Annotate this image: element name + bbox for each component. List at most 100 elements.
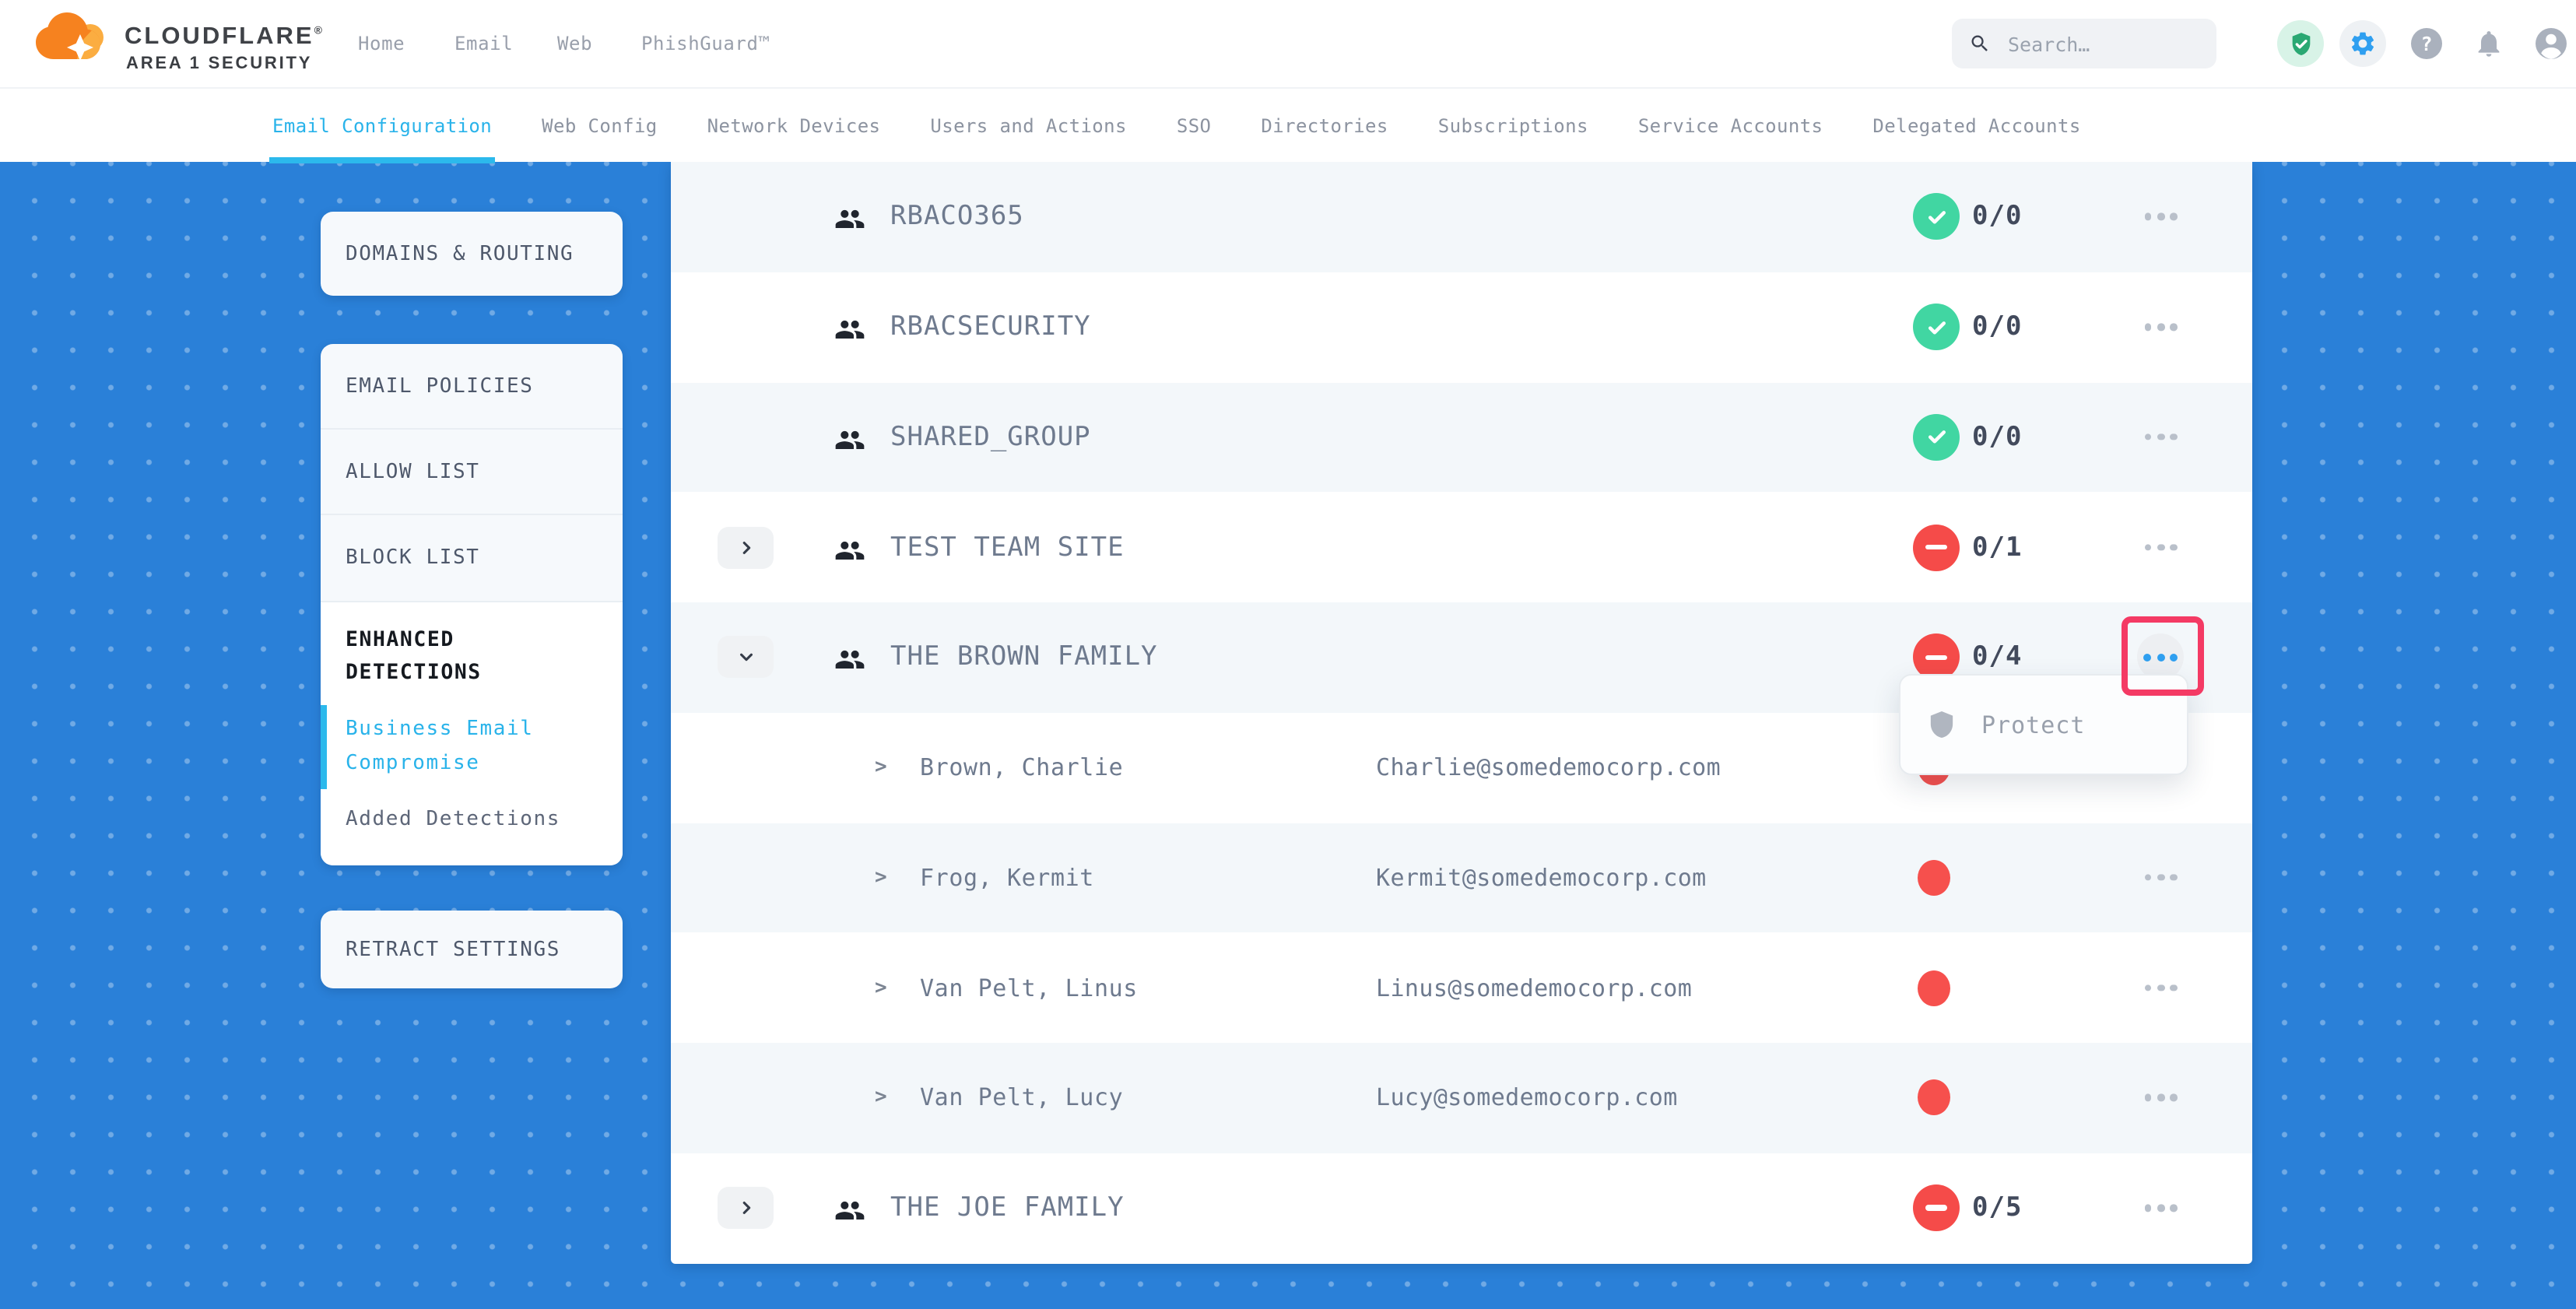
row-actions-menu-button[interactable] xyxy=(2142,1094,2180,1101)
status-unprotected-dot xyxy=(1918,1080,1950,1116)
group-icon xyxy=(834,205,865,230)
group-name: SHARED_GROUP xyxy=(890,422,1091,453)
svg-text:?: ? xyxy=(2420,33,2432,55)
sidebar-item-domains-routing[interactable]: DOMAINS & ROUTING xyxy=(321,212,623,296)
protect-menu-item[interactable]: Protect xyxy=(1981,711,2085,739)
protected-count: 0/1 xyxy=(1972,532,2022,563)
notifications-bell-icon[interactable] xyxy=(2465,20,2512,67)
protected-count: 0/5 xyxy=(1972,1192,2022,1223)
search-icon xyxy=(1969,33,1991,54)
row-actions-menu-button[interactable] xyxy=(2142,874,2180,881)
tab-email-configuration[interactable]: Email Configuration xyxy=(272,88,492,163)
row-actions-menu-button[interactable] xyxy=(2142,1205,2180,1212)
tab-directories[interactable]: Directories xyxy=(1261,88,1388,163)
sidebar-policies-card: EMAIL POLICIESALLOW LISTBLOCK LIST ENHAN… xyxy=(321,344,623,865)
top-nav-link-phishguard-[interactable]: PhishGuard™ xyxy=(641,33,770,54)
enhanced-detections-title: ENHANCED DETECTIONS xyxy=(321,623,623,689)
sidebar-item-added-detections[interactable]: Added Detections xyxy=(321,802,623,837)
content-area: DOMAINS & ROUTING EMAIL POLICIESALLOW LI… xyxy=(0,162,2576,1309)
top-nav: Home Email Web PhishGuard™ xyxy=(0,0,809,87)
sidebar-label: DOMAINS & ROUTING xyxy=(346,242,574,265)
group-icon xyxy=(834,535,865,560)
top-bar-icons: ? xyxy=(2241,0,2576,87)
area1-dashboard: CLOUDFLARE® AREA 1 SECURITY HomeEmailWeb… xyxy=(0,0,2576,1309)
tab-subscriptions[interactable]: Subscriptions xyxy=(1438,88,1588,163)
protected-count: 0/0 xyxy=(1972,422,2022,453)
protect-menu: Protect xyxy=(1899,674,2188,775)
member-email: Lucy@somedemocorp.com xyxy=(1376,1084,1678,1112)
sidebar-section-enhanced-detections[interactable]: ENHANCED DETECTIONS Business Email Compr… xyxy=(321,600,623,865)
tab-delegated-accounts[interactable]: Delegated Accounts xyxy=(1872,88,2080,163)
top-nav-link-email[interactable]: Email xyxy=(454,33,513,54)
member-name: Van Pelt, Linus xyxy=(920,974,1138,1002)
protected-count: 0/4 xyxy=(1972,642,2022,673)
member-caret-icon: > xyxy=(875,866,887,890)
group-row: RBACSECURITY 0/0 xyxy=(671,272,2252,383)
member-name: Frog, Kermit xyxy=(920,864,1094,892)
group-row: RBACO365 0/0 xyxy=(671,162,2252,272)
group-icon xyxy=(834,314,865,339)
sidebar-label: RETRACT SETTINGS xyxy=(346,938,560,961)
group-icon xyxy=(834,425,865,450)
sidebar-item-business-email-compromise[interactable]: Business Email Compromise xyxy=(321,712,623,781)
sidebar-item-email-policies[interactable]: EMAIL POLICIES xyxy=(321,344,623,428)
member-row: > Frog, Kermit Kermit@somedemocorp.com xyxy=(671,823,2252,933)
expand-group-button[interactable] xyxy=(718,1187,774,1229)
member-caret-icon: > xyxy=(875,756,887,779)
sidebar-item-block-list[interactable]: BLOCK LIST xyxy=(321,514,623,600)
member-row: > Van Pelt, Linus Linus@somedemocorp.com xyxy=(671,933,2252,1044)
settings-gear-icon[interactable] xyxy=(2339,20,2386,67)
group-icon xyxy=(834,1195,865,1220)
section-tabs: Email Configuration Web Config Network Dev… xyxy=(0,87,2576,162)
group-row: THE JOE FAMILY 0/5 xyxy=(671,1153,2252,1264)
sidebar-item-retract-settings[interactable]: RETRACT SETTINGS xyxy=(321,911,623,988)
row-actions-menu-button[interactable] xyxy=(2142,433,2180,440)
protected-count: 0/0 xyxy=(1972,311,2022,342)
member-row: > Van Pelt, Lucy Lucy@somedemocorp.com xyxy=(671,1043,2252,1153)
help-icon[interactable]: ? xyxy=(2403,20,2450,67)
search-input[interactable] xyxy=(2005,30,2195,57)
member-email: Charlie@somedemocorp.com xyxy=(1376,753,1721,781)
row-actions-menu-button[interactable] xyxy=(2142,324,2180,331)
member-email: Linus@somedemocorp.com xyxy=(1376,974,1692,1002)
shield-icon xyxy=(1928,710,1955,739)
tab-sso[interactable]: SSO xyxy=(1177,88,1212,163)
row-actions-menu-button[interactable] xyxy=(2142,213,2180,220)
member-name: Van Pelt, Lucy xyxy=(920,1084,1123,1112)
group-name: RBACO365 xyxy=(890,202,1024,233)
group-icon xyxy=(834,645,865,670)
collapse-group-button[interactable] xyxy=(718,637,774,679)
status-unprotected-dot xyxy=(1918,860,1950,896)
status-check-badge xyxy=(1913,414,1960,461)
top-nav-link-web[interactable]: Web xyxy=(557,33,592,54)
tab-users-and-actions[interactable]: Users and Actions xyxy=(930,88,1126,163)
member-caret-icon: > xyxy=(875,1086,887,1110)
member-caret-icon: > xyxy=(875,976,887,999)
expand-group-button[interactable] xyxy=(718,526,774,568)
group-name: RBACSECURITY xyxy=(890,311,1091,342)
group-name: TEST TEAM SITE xyxy=(890,532,1125,563)
row-actions-menu-button[interactable] xyxy=(2142,544,2180,551)
screen: CLOUDFLARE® AREA 1 SECURITY HomeEmailWeb… xyxy=(0,0,2576,1309)
status-blocked-badge xyxy=(1913,524,1960,570)
row-actions-menu-button[interactable] xyxy=(2142,984,2180,991)
top-nav-link-home[interactable]: Home xyxy=(358,33,405,54)
protection-status-icon[interactable] xyxy=(2277,20,2324,67)
tab-web-config[interactable]: Web Config xyxy=(542,88,658,163)
tab-service-accounts[interactable]: Service Accounts xyxy=(1638,88,1823,163)
policy-items: EMAIL POLICIESALLOW LISTBLOCK LIST xyxy=(321,344,623,600)
sidebar-item-allow-list[interactable]: ALLOW LIST xyxy=(321,428,623,514)
group-row: TEST TEAM SITE 0/1 xyxy=(671,493,2252,603)
group-name: THE BROWN FAMILY xyxy=(890,642,1158,673)
status-unprotected-dot xyxy=(1918,970,1950,1005)
group-name: THE JOE FAMILY xyxy=(890,1192,1125,1223)
member-email: Kermit@somedemocorp.com xyxy=(1376,864,1707,892)
tab-network-devices[interactable]: Network Devices xyxy=(707,88,881,163)
status-check-badge xyxy=(1913,304,1960,350)
member-name: Brown, Charlie xyxy=(920,753,1123,781)
status-blocked-badge xyxy=(1913,1184,1960,1231)
top-bar: CLOUDFLARE® AREA 1 SECURITY HomeEmailWeb… xyxy=(0,0,2576,87)
account-avatar-icon[interactable] xyxy=(2528,20,2574,67)
protected-count: 0/0 xyxy=(1972,202,2022,233)
search-box[interactable] xyxy=(1952,19,2216,68)
